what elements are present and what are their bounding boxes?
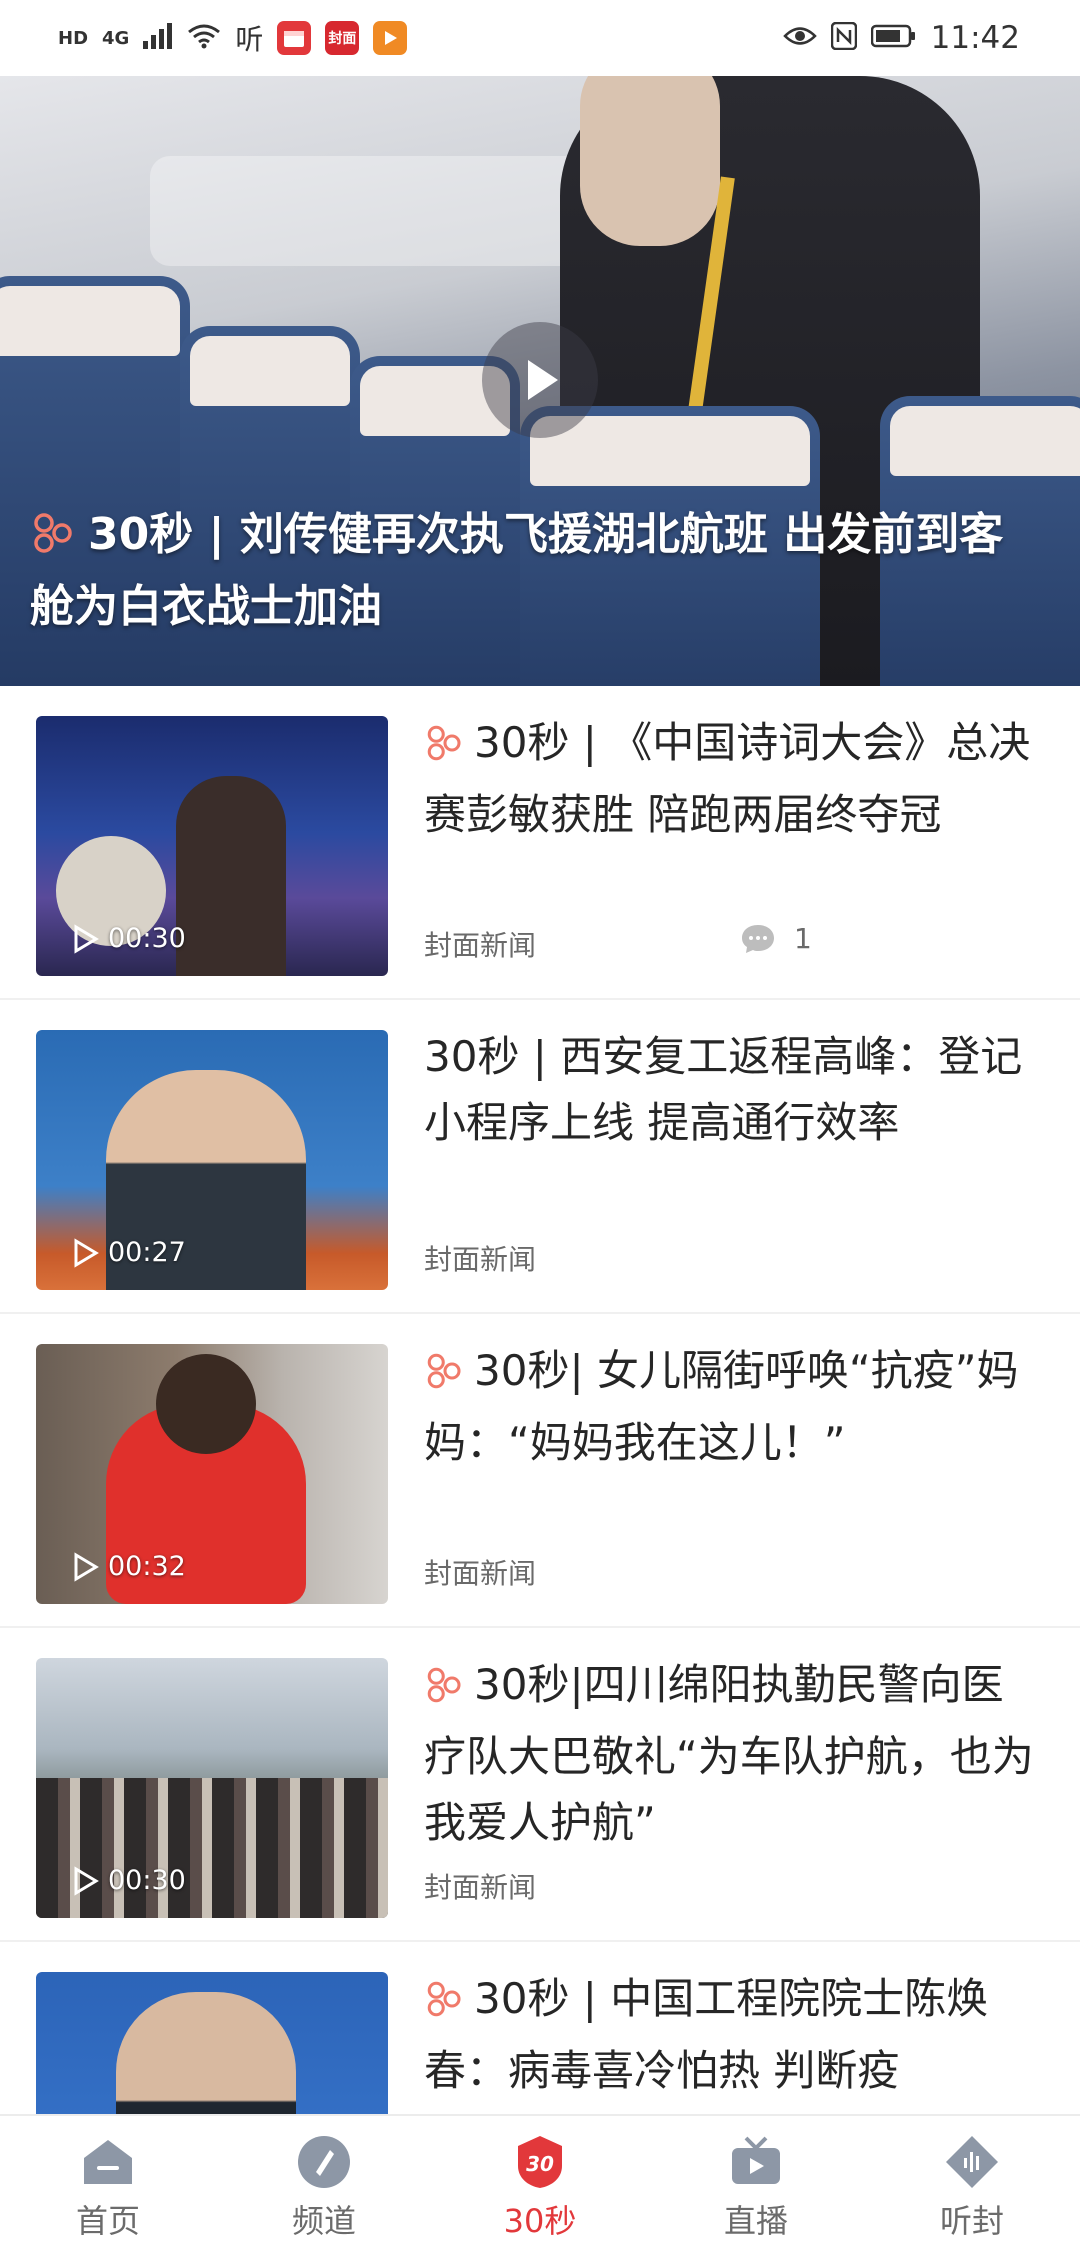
tab-audio[interactable]: 听封 (864, 2116, 1080, 2244)
live-tv-icon (728, 2134, 784, 2190)
news-source: 封面新闻 (424, 929, 537, 962)
news-item[interactable]: 00:32 30秒| 女儿隔街呼唤“抗疫”妈妈：“妈妈我在这儿！” 封面新闻 (0, 1314, 1080, 1628)
30s-logo-icon (424, 1972, 466, 2038)
news-title[interactable]: 30秒|四川绵阳执勤民警向医疗队大巴敬礼“为车队护航，也为我爱人护航” (424, 1652, 1044, 1856)
news-source: 封面新闻 (424, 1871, 537, 1904)
30s-icon: 30 (512, 2134, 568, 2190)
video-duration: 00:32 (72, 1551, 186, 1582)
listen-app-indicator: 听 (235, 23, 264, 56)
tab-30s[interactable]: 30 30秒 (432, 2116, 648, 2244)
hero-video-banner[interactable]: 30秒 | 刘传健再次执飞援湖北航班 出发前到客舱为白衣战士加油 (0, 76, 1080, 686)
news-title-text: 30秒 | 《中国诗词大会》总决赛彭敏获胜 陪跑两届终夺冠 (424, 718, 1031, 839)
channel-icon (296, 2134, 352, 2190)
news-source: 封面新闻 (424, 1557, 537, 1590)
tab-label: 30秒 (503, 2202, 577, 2240)
video-app-icon (373, 21, 408, 55)
duration-text: 00:30 (108, 923, 186, 954)
video-thumbnail[interactable] (36, 1972, 388, 2114)
video-duration: 00:30 (72, 923, 186, 954)
news-title-text: 30秒|四川绵阳执勤民警向医疗队大巴敬礼“为车队护航，也为我爱人护航” (424, 1660, 1034, 1847)
play-button[interactable] (482, 322, 598, 438)
network-type: 4G (102, 27, 130, 49)
bottom-tab-bar: 首页 频道 30 30秒 直播 听封 (0, 2114, 1080, 2244)
hero-title-text: 30秒 | 刘传健再次执飞援湖北航班 出发前到客舱为白衣战士加油 (30, 509, 1004, 632)
comment-icon (742, 924, 774, 953)
svg-text:30: 30 (526, 2152, 554, 2176)
30s-logo-icon (424, 716, 466, 782)
video-thumbnail[interactable]: 00:27 (36, 1030, 388, 1290)
tab-label: 首页 (75, 2202, 140, 2240)
eye-comfort-icon (782, 25, 817, 51)
battery-icon (870, 24, 917, 52)
nfc-icon (830, 21, 857, 54)
news-title[interactable]: 30秒 | 《中国诗词大会》总决赛彭敏获胜 陪跑两届终夺冠 (424, 710, 1044, 848)
duration-text: 00:27 (108, 1237, 186, 1268)
status-bar: HD 4G 听 封面 11:42 (0, 0, 1080, 76)
play-icon (528, 360, 558, 400)
thumbnail-art (176, 776, 286, 976)
audio-icon (944, 2134, 1000, 2190)
tab-label: 听封 (939, 2202, 1004, 2240)
signal-icon (143, 23, 173, 53)
play-outline-icon (74, 1237, 99, 1268)
duration-text: 00:32 (108, 1551, 186, 1582)
news-title[interactable]: 30秒| 女儿隔街呼唤“抗疫”妈妈：“妈妈我在这儿！” (424, 1338, 1044, 1476)
news-item[interactable]: 30秒 | 中国工程院院士陈焕春：病毒喜冷怕热 判断疫 (0, 1942, 1080, 2114)
news-item[interactable]: 00:27 30秒 | 西安复工返程高峰：登记小程序上线 提高通行效率 封面新闻 (0, 1000, 1080, 1314)
duration-text: 00:30 (108, 1865, 186, 1896)
news-list[interactable]: 00:30 30秒 | 《中国诗词大会》总决赛彭敏获胜 陪跑两届终夺冠 封面新闻… (0, 686, 1080, 2114)
thumbnail-art (156, 1354, 256, 1454)
tab-live[interactable]: 直播 (648, 2116, 864, 2244)
video-thumbnail[interactable]: 00:32 (36, 1344, 388, 1604)
tab-home[interactable]: 首页 (0, 2116, 216, 2244)
play-outline-icon (74, 1865, 99, 1896)
news-title-text: 30秒 | 中国工程院院士陈焕春：病毒喜冷怕热 判断疫 (424, 1974, 989, 2095)
video-thumbnail[interactable]: 00:30 (36, 716, 388, 976)
clock: 11:42 (930, 20, 1020, 56)
video-duration: 00:30 (72, 1865, 186, 1896)
hd-indicator: HD (58, 27, 89, 49)
news-title-text: 30秒 | 西安复工返程高峰：登记小程序上线 提高通行效率 (424, 1032, 1023, 1147)
fengmian-app-icon: 封面 (325, 21, 360, 55)
comment-count-text: 1 (794, 922, 812, 955)
news-source: 封面新闻 (424, 1243, 537, 1276)
calendar-app-icon (277, 21, 312, 55)
30s-logo-icon (424, 1658, 466, 1724)
news-item[interactable]: 00:30 30秒 | 《中国诗词大会》总决赛彭敏获胜 陪跑两届终夺冠 封面新闻… (0, 686, 1080, 1000)
tab-label: 直播 (723, 2202, 788, 2240)
30s-logo-icon (30, 508, 78, 574)
pilot-head-image (580, 76, 720, 246)
play-outline-icon (74, 1551, 99, 1582)
thumbnail-art (36, 1778, 388, 1918)
tab-label: 频道 (291, 2202, 356, 2240)
home-icon (80, 2134, 136, 2190)
status-left: HD 4G 听 封面 (58, 18, 408, 58)
wifi-icon (187, 23, 221, 53)
thumbnail-art (116, 1992, 296, 2114)
news-title[interactable]: 30秒 | 中国工程院院士陈焕春：病毒喜冷怕热 判断疫 (424, 1966, 1044, 2104)
news-title-text: 30秒| 女儿隔街呼唤“抗疫”妈妈：“妈妈我在这儿！” (424, 1346, 1019, 1467)
hero-title[interactable]: 30秒 | 刘传健再次执飞援湖北航班 出发前到客舱为白衣战士加油 (30, 502, 1040, 640)
news-title[interactable]: 30秒 | 西安复工返程高峰：登记小程序上线 提高通行效率 (424, 1024, 1044, 1156)
video-thumbnail[interactable]: 00:30 (36, 1658, 388, 1918)
comment-count[interactable]: 1 (740, 922, 812, 955)
news-item[interactable]: 00:30 30秒|四川绵阳执勤民警向医疗队大巴敬礼“为车队护航，也为我爱人护航… (0, 1628, 1080, 1942)
30s-logo-icon (424, 1344, 466, 1410)
tab-channel[interactable]: 频道 (216, 2116, 432, 2244)
video-duration: 00:27 (72, 1237, 186, 1268)
status-right: 11:42 (782, 20, 1020, 56)
play-outline-icon (74, 923, 99, 954)
